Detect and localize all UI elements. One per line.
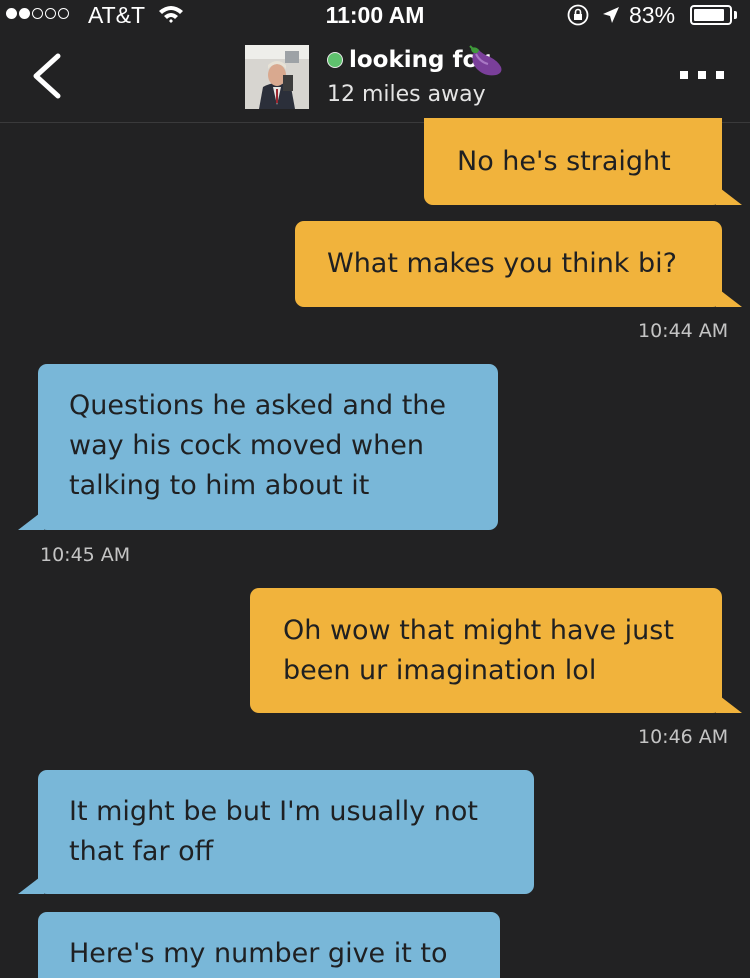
- message-bubble-outgoing[interactable]: No he's straight: [424, 118, 722, 205]
- bubble-tail: [18, 874, 44, 894]
- avatar[interactable]: [245, 45, 309, 109]
- message-line: talking to him about it: [69, 470, 370, 501]
- message-line: way his cock moved when: [69, 430, 424, 461]
- location-arrow-icon: [603, 7, 619, 23]
- message-line: been ur imagination lol: [283, 655, 597, 686]
- eggplant-icon: [469, 45, 502, 76]
- status-bar: AT&T 11:00 AM 83%: [0, 0, 750, 30]
- battery-tip: [734, 11, 737, 19]
- bubble-tail: [716, 693, 742, 713]
- message-line: Questions he asked and the: [69, 390, 447, 421]
- message-line: It might be but I'm usually not: [69, 796, 478, 827]
- message-line: Oh wow that might have just: [283, 615, 674, 646]
- more-options-icon[interactable]: [680, 68, 724, 82]
- message-bubble-incoming[interactable]: Questions he asked and the way his cock …: [38, 364, 498, 530]
- distance-label: 12 miles away: [327, 82, 486, 107]
- bubble-tail: [716, 287, 742, 307]
- bubble-tail: [716, 185, 742, 205]
- message-bubble-outgoing[interactable]: What makes you think bi?: [295, 221, 722, 307]
- message-line: Here's my number give it to: [69, 938, 448, 969]
- message-line: that far off: [69, 836, 214, 867]
- message-bubble-outgoing[interactable]: Oh wow that might have just been ur imag…: [250, 588, 722, 713]
- message-bubble-incoming[interactable]: Here's my number give it to: [38, 912, 500, 978]
- message-text: What makes you think bi?: [327, 248, 677, 279]
- bubble-tail: [18, 510, 44, 530]
- message-timestamp: 10:44 AM: [638, 320, 729, 342]
- back-chevron-icon[interactable]: [22, 50, 72, 102]
- chat-header: looking for 12 miles away: [0, 30, 750, 123]
- message-text: No he's straight: [457, 146, 671, 177]
- battery-percent: 83%: [629, 2, 676, 28]
- online-status-indicator: [327, 52, 343, 68]
- orientation-lock-icon: [567, 4, 589, 26]
- message-timestamp: 10:46 AM: [638, 726, 729, 748]
- profile-photo-icon: [245, 45, 309, 109]
- message-bubble-incoming[interactable]: It might be but I'm usually not that far…: [38, 770, 534, 894]
- message-timestamp: 10:45 AM: [40, 544, 131, 566]
- battery-icon: [690, 5, 732, 25]
